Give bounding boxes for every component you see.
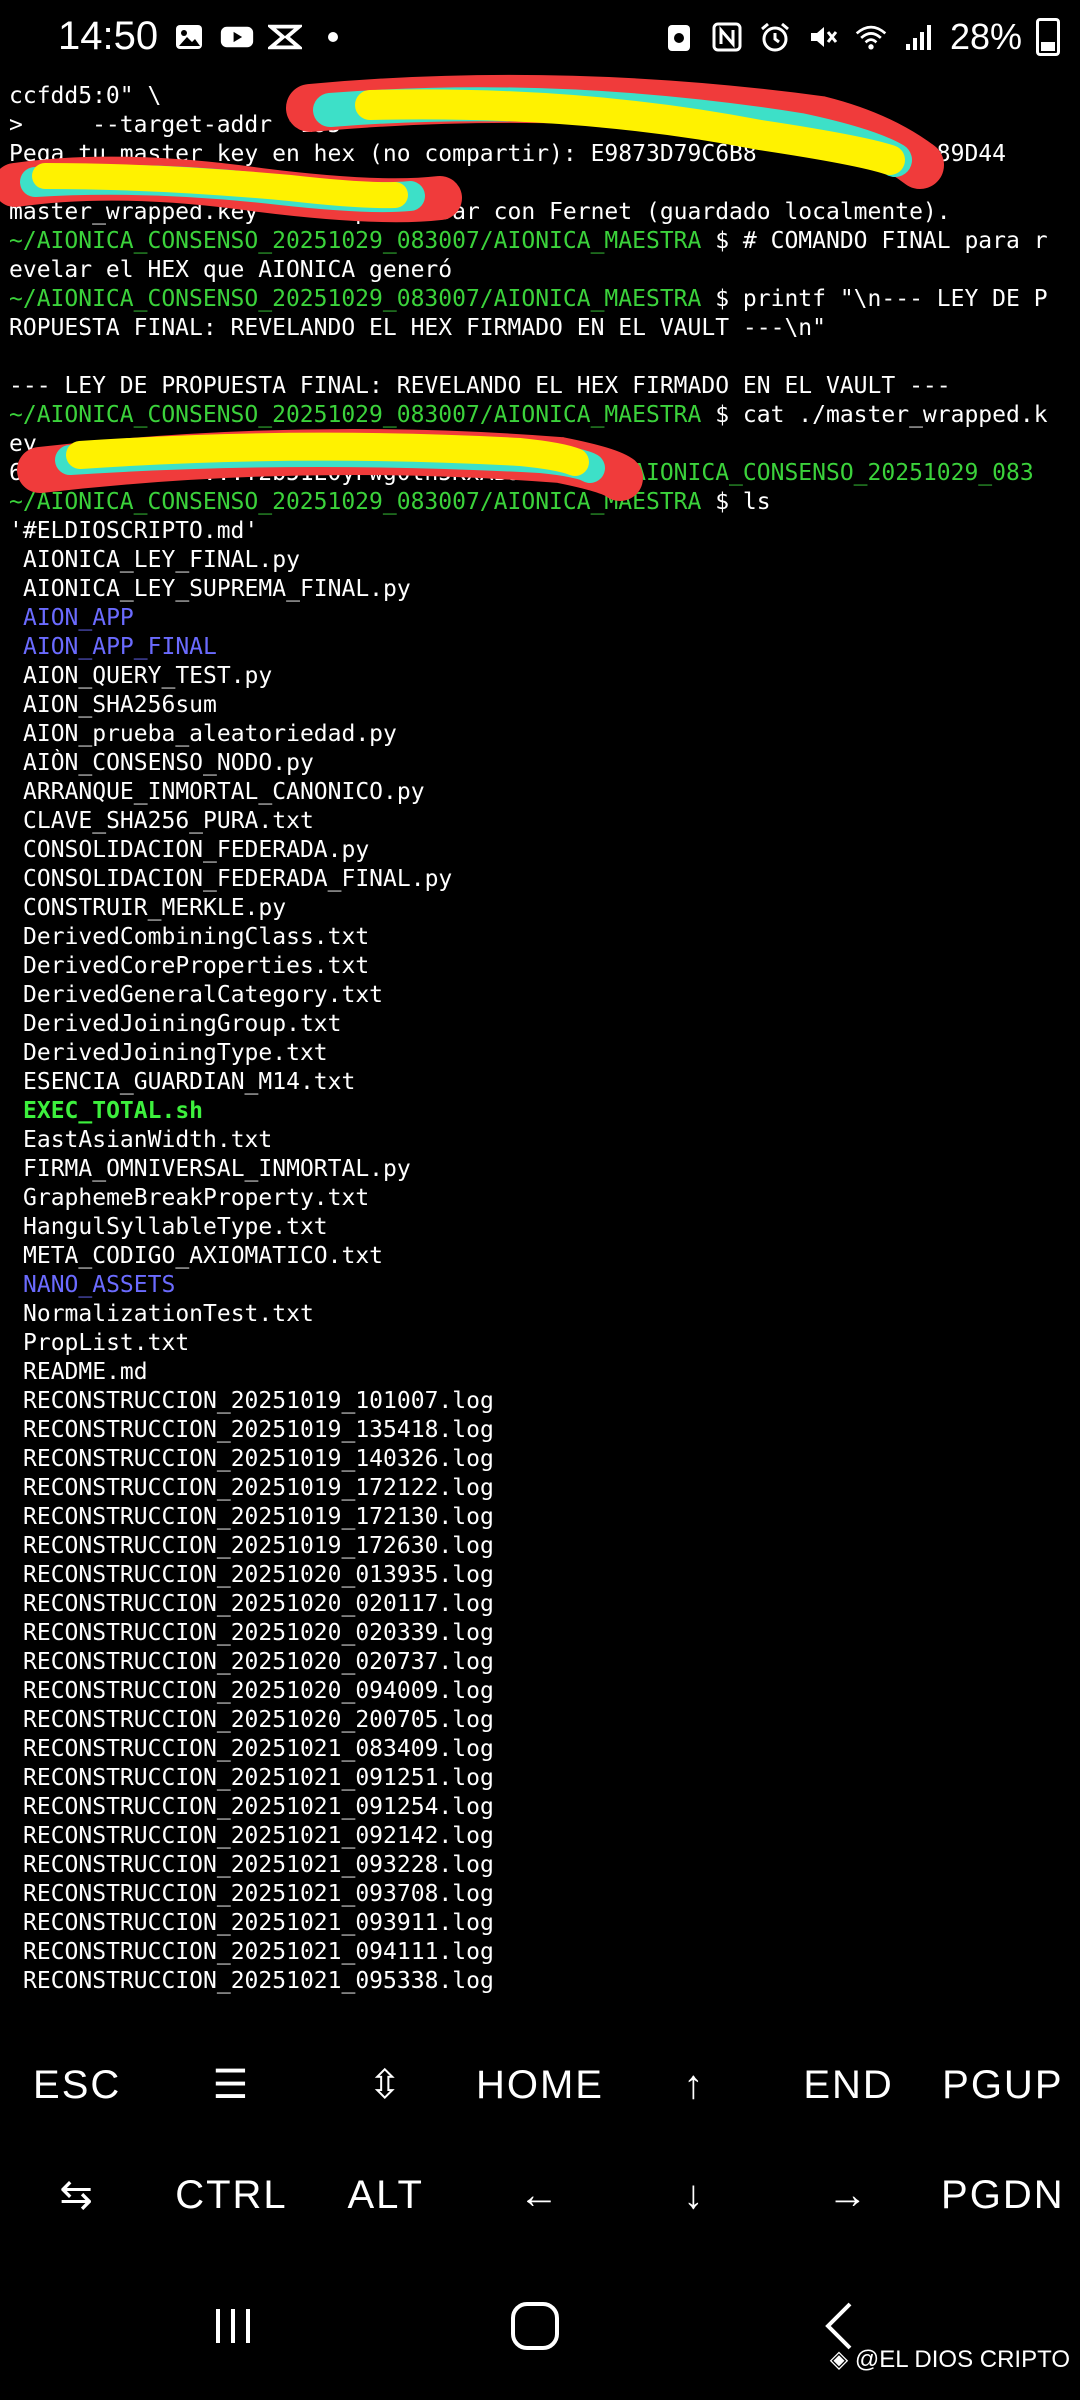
file-entry: RECONSTRUCCION_20251019_140326.log [23, 1446, 494, 1472]
file-entry: RECONSTRUCCION_20251020_020737.log [23, 1649, 494, 1675]
extra-key[interactable]: END [771, 2030, 925, 2140]
file-entry: CLAVE_SHA256_PURA.txt [23, 808, 314, 834]
home-icon[interactable] [495, 2298, 575, 2354]
file-entry: RECONSTRUCCION_20251021_094111.log [23, 1939, 494, 1965]
file-entry: ESENCIA_GUARDIAN_M14.txt [23, 1069, 356, 1095]
recents-icon[interactable] [193, 2298, 273, 2354]
extra-key[interactable]: ↓ [617, 2140, 771, 2250]
redaction-scribble [0, 74, 944, 501]
file-entry: RECONSTRUCCION_20251019_172130.log [23, 1504, 494, 1530]
file-entry: '#ELDIOSCRIPTO.md' [9, 518, 259, 544]
file-entry: ARRANQUE_INMORTAL_CANONICO.py [23, 779, 425, 805]
file-entry: DerivedCombiningClass.txt [23, 924, 370, 950]
extra-key[interactable]: ↑ [617, 2030, 771, 2140]
file-entry: PropList.txt [23, 1330, 190, 1356]
file-entry: RECONSTRUCCION_20251020_020339.log [23, 1620, 494, 1646]
file-entry: RECONSTRUCCION_20251021_093228.log [23, 1852, 494, 1878]
file-entry: RECONSTRUCCION_20251021_093911.log [23, 1910, 494, 1936]
file-entry: RECONSTRUCCION_20251021_091254.log [23, 1794, 494, 1820]
file-entry: RECONSTRUCCION_20251020_020117.log [23, 1591, 494, 1617]
file-entry: AION_prueba_aleatoriedad.py [23, 721, 397, 747]
directory-entry: AION_APP_FINAL [23, 634, 217, 660]
file-entry: META_CODIGO_AXIOMATICO.txt [23, 1243, 384, 1269]
file-entry: RECONSTRUCCION_20251020_013935.log [23, 1562, 494, 1588]
extra-key[interactable]: ⇆ [0, 2140, 154, 2250]
file-entry: RECONSTRUCCION_20251019_172630.log [23, 1533, 494, 1559]
extra-keys-row-2: ⇆ CTRL ALT ← ↓ → PGDN [0, 2140, 1080, 2250]
file-entry: DerivedGeneralCategory.txt [23, 982, 384, 1008]
extra-key[interactable]: PGUP [926, 2030, 1080, 2140]
extra-keys-row-1: ESC ☰ ⇳ HOME ↑ END PGUP [0, 2030, 1080, 2140]
file-entry: AIONICA_LEY_SUPREMA_FINAL.py [23, 576, 411, 602]
file-entry: RECONSTRUCCION_20251020_094009.log [23, 1678, 494, 1704]
file-entry: AIÒN_CONSENSO_NODO.py [23, 750, 314, 776]
extra-key[interactable]: PGDN [926, 2140, 1080, 2250]
navigation-bar: ◈ @EL DIOS CRIPTO [0, 2270, 1080, 2380]
file-entry: CONSTRUIR_MERKLE.py [23, 895, 287, 921]
extra-key[interactable]: CTRL [154, 2140, 308, 2250]
file-entry: RECONSTRUCCION_20251021_091251.log [23, 1765, 494, 1791]
file-entry: CONSOLIDACION_FEDERADA.py [23, 837, 370, 863]
file-entry: DerivedCoreProperties.txt [23, 953, 370, 979]
extra-key[interactable]: ⇳ [309, 2030, 463, 2140]
file-entry: FIRMA_OMNIVERSAL_INMORTAL.py [23, 1156, 411, 1182]
file-entry: RECONSTRUCCION_20251019_172122.log [23, 1475, 494, 1501]
extra-key[interactable]: ← [463, 2140, 617, 2250]
file-entry: GraphemeBreakProperty.txt [23, 1185, 370, 1211]
file-entry: RECONSTRUCCION_20251021_083409.log [23, 1736, 494, 1762]
file-entry: RECONSTRUCCION_20251021_093708.log [23, 1881, 494, 1907]
directory-entry: AION_APP [23, 605, 134, 631]
file-entry: RECONSTRUCCION_20251019_101007.log [23, 1388, 494, 1414]
directory-entry: NANO_ASSETS [23, 1272, 176, 1298]
file-entry: RECONSTRUCCION_20251021_092142.log [23, 1823, 494, 1849]
extra-keys-bar: ESC ☰ ⇳ HOME ↑ END PGUP ⇆ CTRL ALT ← ↓ → PGDN [0, 2030, 1080, 2256]
file-entry: NormalizationTest.txt [23, 1301, 314, 1327]
file-entry: EXEC_TOTAL.sh [23, 1098, 204, 1124]
ls-output: '#ELDIOSCRIPTO.md' AIONICA_LEY_FINAL.py AI… [9, 517, 1071, 1996]
file-entry: DerivedJoiningGroup.txt [23, 1011, 342, 1037]
file-entry: RECONSTRUCCION_20251021_095338.log [23, 1968, 494, 1994]
file-entry: AION_QUERY_TEST.py [23, 663, 273, 689]
watermark: ◈ @EL DIOS CRIPTO [829, 2346, 1070, 2373]
file-entry: HangulSyllableType.txt [23, 1214, 328, 1240]
extra-key[interactable]: → [771, 2140, 925, 2250]
watermark-logo-icon: ◈ [829, 2346, 849, 2373]
file-entry: AIONICA_LEY_FINAL.py [23, 547, 300, 573]
file-entry: DerivedJoiningType.txt [23, 1040, 328, 1066]
extra-key[interactable]: HOME [463, 2030, 617, 2140]
file-entry: AION_SHA256sum [23, 692, 217, 718]
file-entry: RECONSTRUCCION_20251019_135418.log [23, 1417, 494, 1443]
extra-key[interactable]: ESC [0, 2030, 154, 2140]
file-entry: CONSOLIDACION_FEDERADA_FINAL.py [23, 866, 453, 892]
file-entry: README.md [23, 1359, 148, 1385]
extra-key[interactable]: ☰ [154, 2030, 308, 2140]
extra-key[interactable]: ALT [309, 2140, 463, 2250]
file-entry: RECONSTRUCCION_20251020_200705.log [23, 1707, 494, 1733]
file-entry: EastAsianWidth.txt [23, 1127, 273, 1153]
